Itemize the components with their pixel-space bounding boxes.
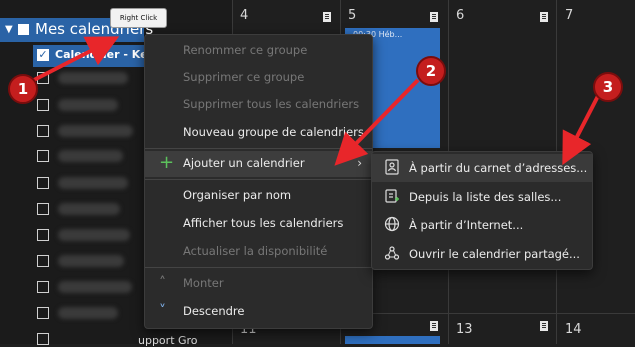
annotation-badge-1: 1 xyxy=(8,74,38,104)
annotation-arrows xyxy=(29,36,600,166)
annotation-arrow-3 xyxy=(562,95,600,166)
annotation-badge-2: 2 xyxy=(416,56,446,86)
annotation-badge-3: 3 xyxy=(593,72,623,102)
annotation-arrow-1 xyxy=(29,36,120,84)
annotation-arrow-2 xyxy=(334,78,420,166)
